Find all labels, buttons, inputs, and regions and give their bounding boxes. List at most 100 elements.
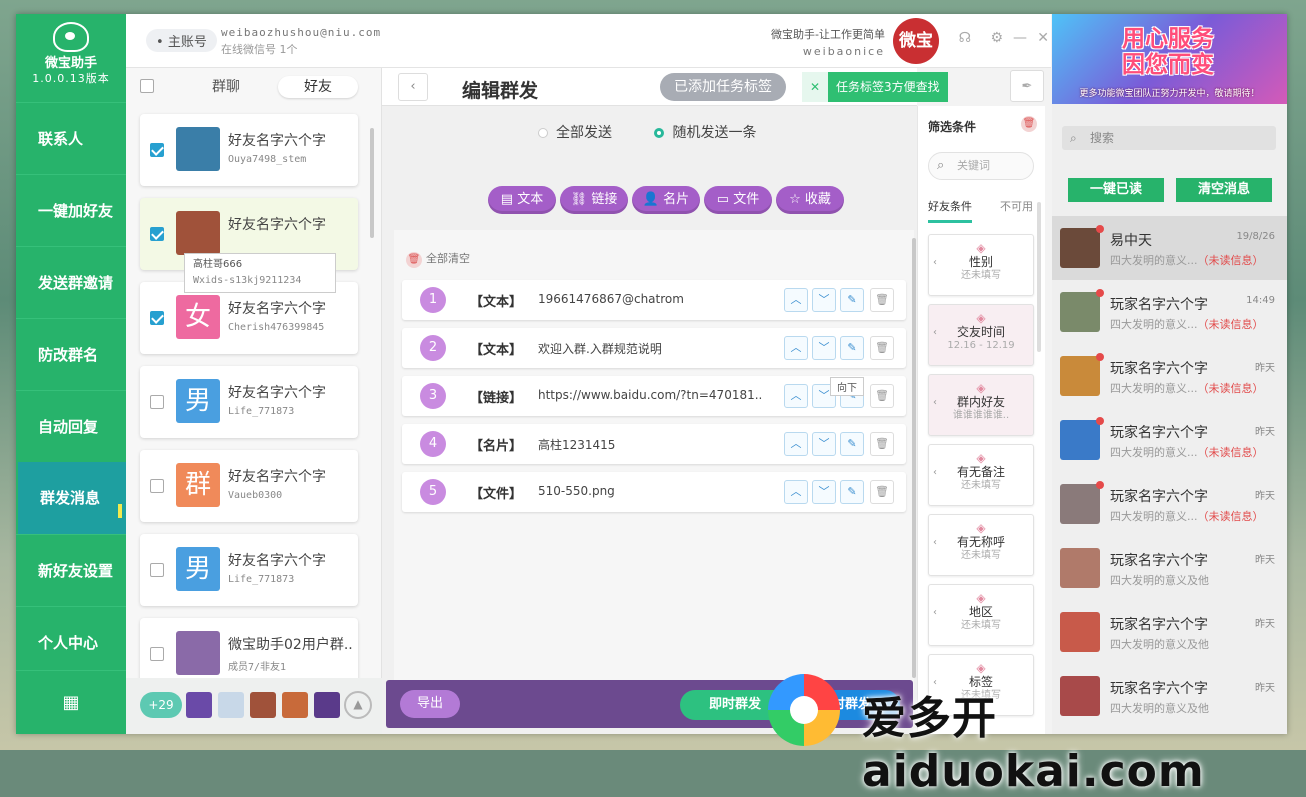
nav-item-profile[interactable]: 个人中心 (16, 606, 126, 678)
friend-list-scrollbar[interactable] (370, 128, 374, 238)
chat-search-input[interactable]: ⌕ 搜索 (1062, 126, 1276, 150)
chat-list-item[interactable]: 玩家名字六个字 14:49 四大发明的意义...（未读信息） (1052, 280, 1287, 344)
headset-icon[interactable]: ☊ (959, 30, 971, 46)
filter-condition[interactable]: ‹ ◈ 群内好友 谁谁谁谁谁.. (928, 374, 1034, 436)
message-row[interactable]: 1 【文本】 19661476867@chatrom ︿ ﹀ ✎ 🗑 (402, 280, 906, 320)
delete-trash-icon[interactable]: 🗑 (870, 336, 894, 360)
minimize-icon[interactable]: — (1013, 30, 1027, 46)
friend-checkbox[interactable] (150, 227, 164, 241)
filter-condition[interactable]: ‹ ◈ 地区 还未填写 (928, 584, 1034, 646)
close-icon[interactable]: ✕ (1037, 30, 1049, 46)
nav-item-group-invite[interactable]: 发送群邀请 (16, 246, 126, 318)
select-all-checkbox[interactable] (140, 79, 154, 93)
selected-avatar (186, 692, 212, 718)
nav-item-group-name-guard[interactable]: 防改群名 (16, 318, 126, 390)
message-list-scrollbar[interactable] (912, 238, 916, 678)
friend-checkbox[interactable] (150, 143, 164, 157)
move-up-icon[interactable]: ︿ (784, 384, 808, 408)
edit-pen-icon[interactable]: ✎ (840, 336, 864, 360)
radio-send-random[interactable]: 随机发送一条 (654, 125, 756, 141)
edit-pen-icon[interactable]: ✎ (840, 480, 864, 504)
tab-groups[interactable]: 群聊 (186, 76, 266, 98)
message-row[interactable]: 5 【文件】 510-550.png ︿ ﹀ ✎ 🗑 (402, 472, 906, 512)
chat-name: 玩家名字六个字 (1110, 425, 1208, 441)
tab-unavailable[interactable]: 不可用 (1000, 198, 1033, 214)
delete-trash-icon[interactable]: 🗑 (870, 384, 894, 408)
mark-all-read-button[interactable]: 一键已读 (1068, 178, 1164, 202)
nav-item-new-friend-settings[interactable]: 新好友设置 (16, 534, 126, 606)
unread-dot (1096, 481, 1104, 489)
chat-list-item[interactable]: 玩家名字六个字 昨天 四大发明的意义...（未读信息） (1052, 472, 1287, 536)
friend-checkbox[interactable] (150, 479, 164, 493)
chat-list-item[interactable]: 玩家名字六个字 昨天 四大发明的意义及他 (1052, 536, 1287, 600)
add-card-button[interactable]: 👤 名片 (632, 186, 700, 214)
back-button[interactable]: ‹ (398, 73, 428, 101)
edit-pen-icon[interactable]: ✎ (840, 288, 864, 312)
friend-checkbox[interactable] (150, 395, 164, 409)
filter-condition[interactable]: ‹ ◈ 有无称呼 还未填写 (928, 514, 1034, 576)
nav-item-add-friends[interactable]: 一键加好友 (16, 174, 126, 246)
move-down-icon[interactable]: ﹀ (812, 288, 836, 312)
condition-name: 交友时间 (956, 325, 1005, 339)
move-up-icon[interactable]: ︿ (784, 432, 808, 456)
move-down-icon[interactable]: ﹀ (812, 336, 836, 360)
gear-icon[interactable]: ⚙ (990, 30, 1003, 46)
filter-scrollbar[interactable] (1037, 202, 1041, 352)
message-row[interactable]: 2 【文本】 欢迎入群.入群规范说明 ︿ ﹀ ✎ 🗑 (402, 328, 906, 368)
export-button[interactable]: 导出 (400, 690, 460, 718)
friend-checkbox[interactable] (150, 563, 164, 577)
add-link-button[interactable]: ⛓ 链接 (560, 186, 628, 214)
account-switch-button[interactable]: • 主账号 (146, 29, 217, 52)
clear-all-button[interactable]: 🗑 全部清空 (406, 250, 470, 268)
add-favorite-button[interactable]: ☆ 收藏 (776, 186, 844, 214)
keyword-search-input[interactable]: ⌕ 关键词 (928, 152, 1034, 180)
chat-list-item[interactable]: 玩家名字六个字 昨天 四大发明的意义及他 (1052, 600, 1287, 664)
chat-preview: 四大发明的意义...（未读信息） (1110, 444, 1264, 460)
friend-checkbox[interactable] (150, 311, 164, 325)
friend-card[interactable]: 男好友名字六个字 Life_771873 (140, 534, 358, 606)
filter-clear-trash-icon[interactable]: 🗑 (1021, 116, 1037, 132)
tab-friend-conditions[interactable]: 好友条件 (928, 198, 972, 223)
filter-condition[interactable]: ‹ ◈ 性别 还未填写 (928, 234, 1034, 296)
nav-item-auto-reply[interactable]: 自动回复 (16, 390, 126, 462)
chat-list-item[interactable]: 玩家名字六个字 昨天 四大发明的意义...（未读信息） (1052, 408, 1287, 472)
promo-banner[interactable]: 用心服务 因您而变 更多功能微宝团队正努力开发中，敬请期待！ (1052, 14, 1287, 104)
message-row[interactable]: 4 【名片】 高柱1231415 ︿ ﹀ ✎ 🗑 (402, 424, 906, 464)
add-text-button[interactable]: ▤ 文本 (488, 186, 556, 214)
feather-pen-icon[interactable]: ✒ (1010, 70, 1044, 102)
delete-trash-icon[interactable]: 🗑 (870, 480, 894, 504)
condition-value: 还未填写 (961, 550, 1001, 561)
move-up-icon[interactable]: ︿ (784, 336, 808, 360)
filter-condition[interactable]: ‹ ◈ 有无备注 还未填写 (928, 444, 1034, 506)
friend-card[interactable]: 群好友名字六个字 Vaueb0300 (140, 450, 358, 522)
grid-icon[interactable]: ▦ (16, 670, 126, 734)
chat-preview-text: 四大发明的意义... (1110, 446, 1198, 459)
unread-label: （未读信息） (1197, 318, 1264, 331)
nav-item-contacts[interactable]: 联系人 (16, 102, 126, 174)
task-tag-button[interactable]: 已添加任务标签 (660, 73, 786, 101)
friend-checkbox[interactable] (150, 647, 164, 661)
move-up-icon[interactable]: ︿ (784, 288, 808, 312)
more-selected-count[interactable]: +29 (140, 692, 182, 718)
add-file-button[interactable]: ▭ 文件 (704, 186, 772, 214)
radio-send-all[interactable]: 全部发送 (538, 125, 612, 141)
friend-card[interactable]: 男好友名字六个字 Life_771873 (140, 366, 358, 438)
delete-trash-icon[interactable]: 🗑 (870, 288, 894, 312)
nav-item-mass-message[interactable]: 群发消息 (18, 462, 132, 534)
close-tip-icon[interactable]: ✕ (802, 72, 828, 102)
filter-condition[interactable]: ‹ ◈ 交友时间 12.16 - 12.19 (928, 304, 1034, 366)
chat-search-placeholder: 搜索 (1090, 131, 1115, 145)
move-up-icon[interactable]: ︿ (784, 480, 808, 504)
move-down-icon[interactable]: ﹀ (812, 480, 836, 504)
chat-list-item[interactable]: 易中天 19/8/26 四大发明的意义...（未读信息） (1052, 216, 1287, 280)
expand-up-icon[interactable]: ▲ (344, 691, 372, 719)
delete-trash-icon[interactable]: 🗑 (870, 432, 894, 456)
chat-preview-text: 四大发明的意义... (1110, 510, 1198, 523)
chat-list-item[interactable]: 玩家名字六个字 昨天 四大发明的意义...（未读信息） (1052, 344, 1287, 408)
move-down-icon[interactable]: ﹀ (812, 432, 836, 456)
add-link-label: 链接 (591, 192, 618, 207)
edit-pen-icon[interactable]: ✎ (840, 432, 864, 456)
friend-card[interactable]: 好友名字六个字 Ouya7498_stem (140, 114, 358, 186)
clear-messages-button[interactable]: 清空消息 (1176, 178, 1272, 202)
tab-friends[interactable]: 好友 (278, 76, 358, 98)
